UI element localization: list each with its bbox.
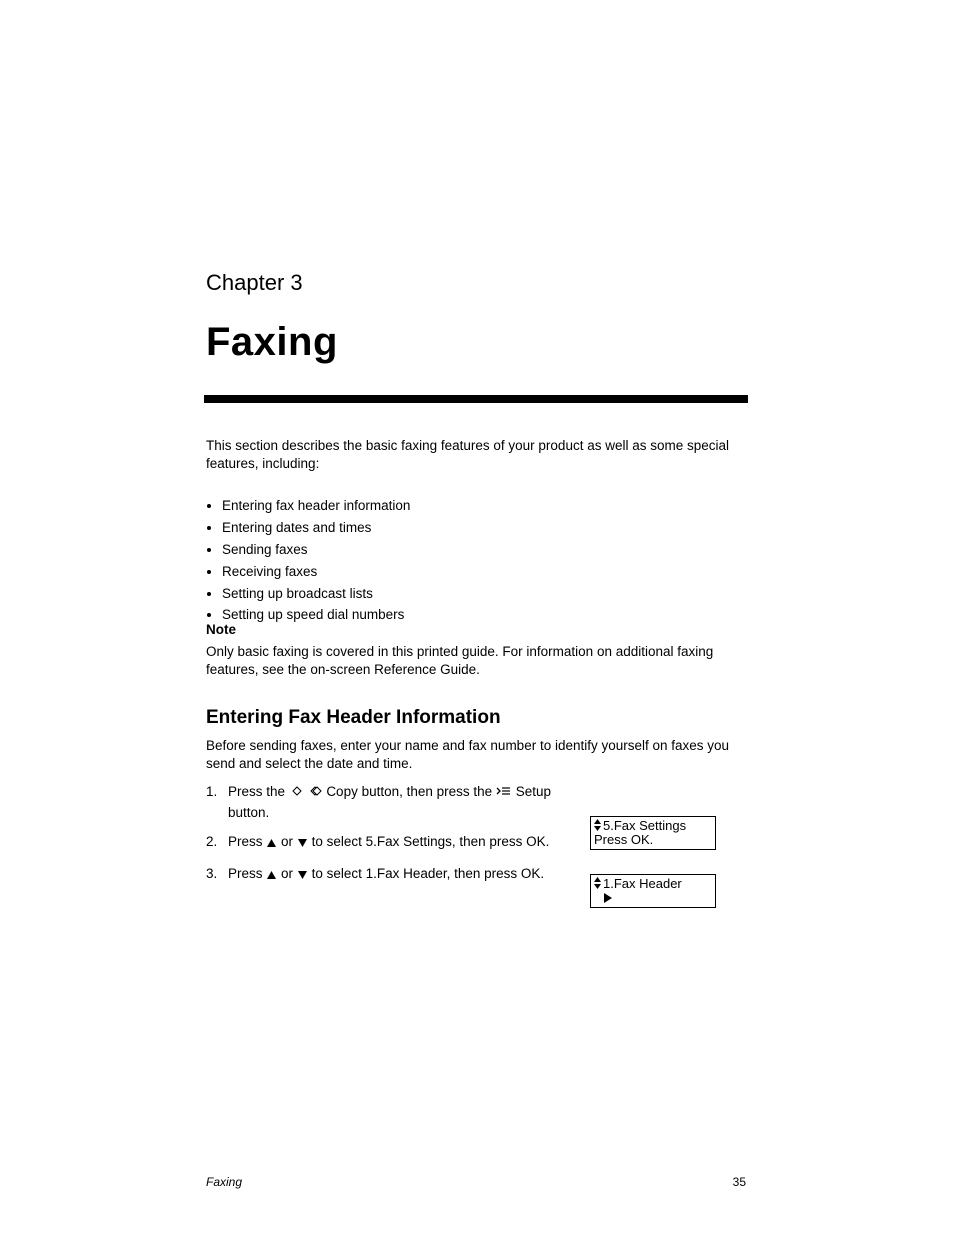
note-label: Note bbox=[206, 622, 236, 637]
list-item: Setting up speed dial numbers bbox=[222, 606, 762, 625]
lcd-display-fax-settings: 5.Fax Settings Press OK. bbox=[590, 816, 716, 850]
menu-option: 5.Fax Settings bbox=[366, 834, 452, 849]
lcd-text: 1.Fax Header bbox=[603, 876, 682, 891]
menu-option: 1.Fax Header bbox=[366, 866, 447, 881]
steps-column: 1. Press the bbox=[206, 783, 582, 897]
text-fragment: or bbox=[281, 866, 297, 881]
up-triangle-icon bbox=[266, 867, 277, 886]
step-text: Press or to select 5.Fax Settings, then … bbox=[228, 833, 549, 854]
copy-icon bbox=[308, 784, 323, 804]
chapter-title: Faxing bbox=[206, 320, 338, 365]
list-item: Sending faxes bbox=[222, 541, 762, 560]
up-down-arrow-icon bbox=[594, 819, 601, 831]
chapter-number: Chapter 3 bbox=[206, 270, 303, 296]
step-text: Press or to select 1.Fax Header, then pr… bbox=[228, 865, 544, 886]
lcd-text: 5.Fax Settings bbox=[603, 818, 686, 833]
list-item: Entering dates and times bbox=[222, 519, 762, 538]
list-item: Setting up broadcast lists bbox=[222, 585, 762, 604]
feature-list: Entering fax header information Entering… bbox=[206, 497, 762, 628]
page: Chapter 3 Faxing This section describes … bbox=[0, 0, 954, 1235]
section-body: Before sending faxes, enter your name an… bbox=[206, 737, 746, 773]
text-fragment: Press the bbox=[228, 784, 289, 799]
text-fragment: to select bbox=[312, 866, 366, 881]
step-1: 1. Press the bbox=[206, 783, 582, 822]
down-triangle-icon bbox=[297, 867, 308, 886]
text-fragment: , then press OK. bbox=[447, 866, 545, 881]
lcd-display-fax-header: 1.Fax Header bbox=[590, 874, 716, 908]
step-number: 3. bbox=[206, 865, 228, 886]
lcd-line-2: Press OK. bbox=[594, 833, 712, 847]
lcd-line-1: 5.Fax Settings bbox=[594, 819, 712, 833]
list-item: Receiving faxes bbox=[222, 563, 762, 582]
step-number: 1. bbox=[206, 783, 228, 822]
setup-icon bbox=[496, 785, 512, 804]
step-2: 2. Press or to select 5.Fax Settings, th… bbox=[206, 833, 549, 854]
text-fragment: Press bbox=[228, 834, 266, 849]
section-title: Entering Fax Header Information bbox=[206, 707, 501, 729]
text-fragment: Copy button, then press the bbox=[326, 784, 496, 799]
lcd-line-2 bbox=[594, 891, 712, 906]
page-section-label: Faxing bbox=[206, 1175, 242, 1189]
title-divider bbox=[204, 395, 748, 403]
text-fragment: or bbox=[281, 834, 297, 849]
step-number: 2. bbox=[206, 833, 228, 854]
step-text: Press the Cop bbox=[228, 783, 582, 822]
text-fragment: to select bbox=[312, 834, 366, 849]
list-item: Entering fax header information bbox=[222, 497, 762, 516]
up-triangle-icon bbox=[266, 835, 277, 854]
intro-paragraph: This section describes the basic faxing … bbox=[206, 437, 746, 473]
document-icon bbox=[289, 784, 304, 804]
up-down-arrow-icon bbox=[594, 877, 601, 889]
note-body: Only basic faxing is covered in this pri… bbox=[206, 643, 746, 679]
down-triangle-icon bbox=[297, 835, 308, 854]
right-triangle-icon bbox=[604, 892, 612, 902]
step-3: 3. Press or to select 1.Fax Header, then… bbox=[206, 865, 544, 886]
lcd-line-1: 1.Fax Header bbox=[594, 877, 712, 891]
text-fragment: , then press OK. bbox=[452, 834, 550, 849]
page-number: 35 bbox=[733, 1175, 746, 1189]
text-fragment: Press bbox=[228, 866, 266, 881]
